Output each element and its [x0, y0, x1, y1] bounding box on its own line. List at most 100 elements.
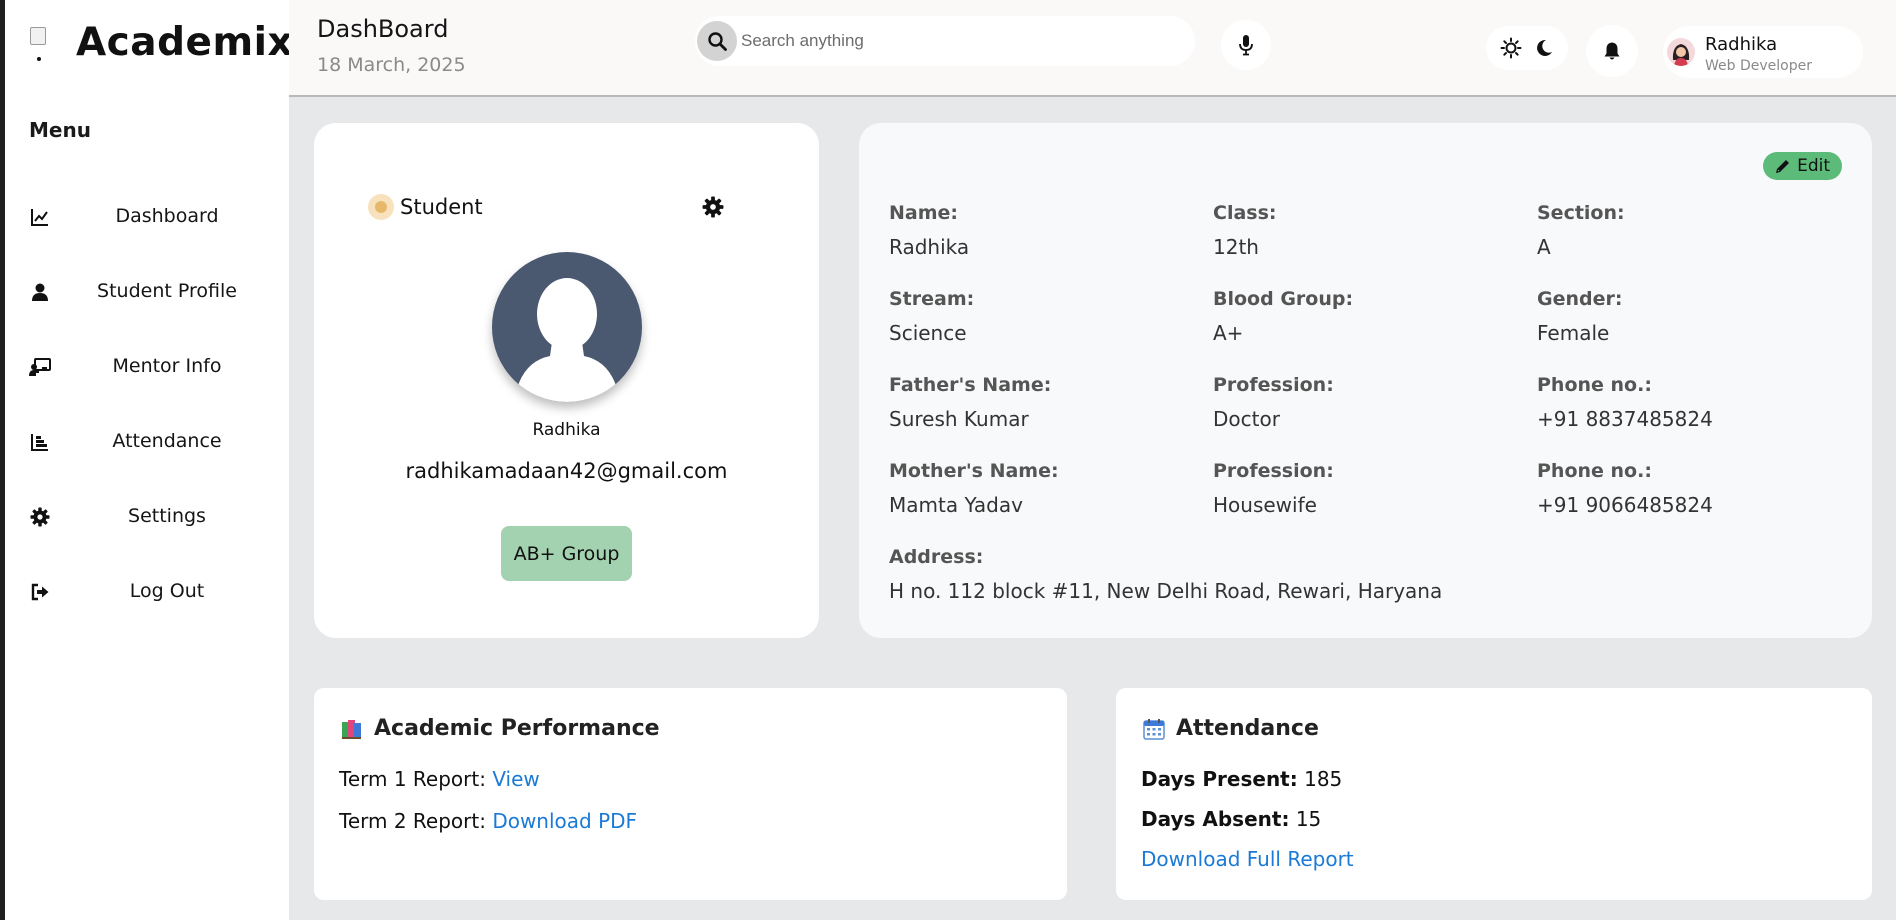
sidebar-item-label: Student Profile — [97, 280, 237, 302]
field-value: +91 9066485824 — [1537, 493, 1713, 517]
section-title: Attendance — [1142, 716, 1319, 741]
field-value: 12th — [1213, 235, 1259, 259]
term1-label: Term 1 Report: — [339, 767, 486, 791]
field-label: Section: — [1537, 202, 1625, 224]
page-title: DashBoard — [317, 15, 449, 43]
theme-toggle[interactable] — [1486, 26, 1568, 70]
sidebar-item-student-profile[interactable]: Student Profile — [5, 261, 289, 336]
brand[interactable]: Academix — [30, 20, 293, 65]
profile-settings-button[interactable] — [702, 196, 728, 222]
field-label: Blood Group: — [1213, 288, 1354, 310]
info-field-mother-name: Mother's Name: Mamta Yadav — [889, 460, 1209, 517]
field-value: Science — [889, 321, 967, 345]
sidebar-item-label: Log Out — [129, 580, 205, 602]
days-absent-label: Days Absent: — [1141, 807, 1290, 831]
info-field-name: Name: Radhika — [889, 202, 1209, 259]
days-absent-value: 15 — [1295, 807, 1322, 831]
field-value: A — [1537, 235, 1551, 259]
info-field-class: Class: 12th — [1213, 202, 1533, 259]
days-present-row: Days Present: 185 — [1141, 767, 1342, 791]
field-label: Profession: — [1213, 374, 1334, 396]
sidebar-item-label: Mentor Info — [112, 355, 222, 377]
edit-button[interactable]: Edit — [1763, 152, 1842, 180]
field-value: Doctor — [1213, 407, 1280, 431]
field-value: Suresh Kumar — [889, 407, 1029, 431]
user-profile-chip[interactable]: Radhika Web Developer — [1663, 26, 1863, 78]
info-field-mother-phone: Phone no.: +91 9066485824 — [1537, 460, 1857, 517]
sidebar-item-settings[interactable]: Settings — [5, 486, 289, 561]
field-label: Gender: — [1537, 288, 1623, 310]
gear-icon — [702, 196, 724, 218]
days-present-label: Days Present: — [1141, 767, 1298, 791]
edit-label: Edit — [1797, 156, 1830, 176]
section-title-text: Academic Performance — [374, 716, 660, 741]
sidebar-item-dashboard[interactable]: Dashboard — [5, 186, 289, 261]
info-field-gender: Gender: Female — [1537, 288, 1857, 345]
profile-avatar — [492, 252, 642, 402]
pencil-icon — [1776, 160, 1790, 173]
sun-icon[interactable] — [1500, 37, 1522, 59]
top-header: DashBoard 18 March, 2025 Radhika Web Dev… — [289, 0, 1896, 97]
profile-name: Radhika — [532, 420, 601, 440]
term2-report-row: Term 2 Report: Download PDF — [339, 809, 637, 833]
term1-report-row: Term 1 Report: View — [339, 767, 540, 791]
info-field-father-profession: Profession: Doctor — [1213, 374, 1533, 431]
broken-logo-image-icon — [30, 23, 52, 63]
field-label: Address: — [889, 546, 984, 568]
field-value: A+ — [1213, 321, 1244, 345]
info-field-blood-group: Blood Group: A+ — [1213, 288, 1533, 345]
menu-title: Menu — [29, 118, 91, 142]
field-value: +91 8837485824 — [1537, 407, 1713, 431]
info-field-address: Address: H no. 112 block #11, New Delhi R… — [889, 546, 1789, 603]
user-name: Radhika — [1705, 34, 1778, 55]
search-bar — [695, 16, 1195, 66]
info-field-mother-profession: Profession: Housewife — [1213, 460, 1533, 517]
term1-view-link[interactable]: View — [492, 767, 539, 791]
field-label: Class: — [1213, 202, 1277, 224]
sidebar-item-log-out[interactable]: Log Out — [5, 561, 289, 636]
field-value: H no. 112 block #11, New Delhi Road, Rew… — [889, 579, 1443, 603]
download-full-report-link[interactable]: Download Full Report — [1141, 847, 1354, 871]
field-label: Father's Name: — [889, 374, 1052, 396]
section-title: Academic Performance — [340, 716, 660, 741]
info-field-section: Section: A — [1537, 202, 1857, 259]
field-value: Mamta Yadav — [889, 493, 1023, 517]
field-value: Radhika — [889, 235, 970, 259]
notifications-button[interactable] — [1586, 25, 1638, 77]
info-field-stream: Stream: Science — [889, 288, 1209, 345]
role-label: Student — [400, 195, 483, 219]
field-label: Phone no.: — [1537, 460, 1652, 482]
field-label: Name: — [889, 202, 959, 224]
field-label: Phone no.: — [1537, 374, 1652, 396]
term2-download-link[interactable]: Download PDF — [492, 809, 637, 833]
sidebar-item-label: Dashboard — [115, 205, 219, 227]
attendance-card: Attendance Days Present: 185 Days Absent… — [1116, 688, 1872, 900]
academic-performance-card: Academic Performance Term 1 Report: View… — [314, 688, 1067, 900]
microphone-icon — [1239, 35, 1253, 56]
sidebar-item-mentor-info[interactable]: Mentor Info — [5, 336, 289, 411]
sidebar-item-label: Attendance — [112, 430, 222, 452]
group-button[interactable]: AB+ Group — [501, 526, 632, 581]
profile-card: Student Radhika radhikamadaan42@gmail.co… — [314, 123, 819, 638]
user-role: Web Developer — [1705, 58, 1812, 74]
sidebar-item-attendance[interactable]: Attendance — [5, 411, 289, 486]
sidebar: Academix Menu Dashboard Student Profile … — [5, 0, 293, 920]
profile-email: radhikamadaan42@gmail.com — [405, 459, 728, 483]
field-label: Stream: — [889, 288, 975, 310]
field-label: Mother's Name: — [889, 460, 1059, 482]
field-value: Female — [1537, 321, 1610, 345]
calendar-icon — [1143, 718, 1165, 740]
status-dot-icon — [368, 194, 394, 220]
moon-icon[interactable] — [1534, 38, 1554, 58]
field-value: Housewife — [1213, 493, 1317, 517]
info-field-father-phone: Phone no.: +91 8837485824 — [1537, 374, 1857, 431]
search-icon[interactable] — [697, 21, 737, 61]
sidebar-item-label: Settings — [128, 505, 206, 527]
student-info-card: Edit Name: Radhika Class: 12th Section: A S… — [859, 123, 1872, 638]
search-input[interactable] — [741, 31, 1161, 51]
full-report-row: Download Full Report — [1141, 847, 1354, 871]
microphone-button[interactable] — [1221, 20, 1271, 70]
avatar — [1667, 38, 1695, 66]
role-indicator: Student — [368, 194, 483, 220]
brand-name: Academix — [76, 20, 294, 65]
